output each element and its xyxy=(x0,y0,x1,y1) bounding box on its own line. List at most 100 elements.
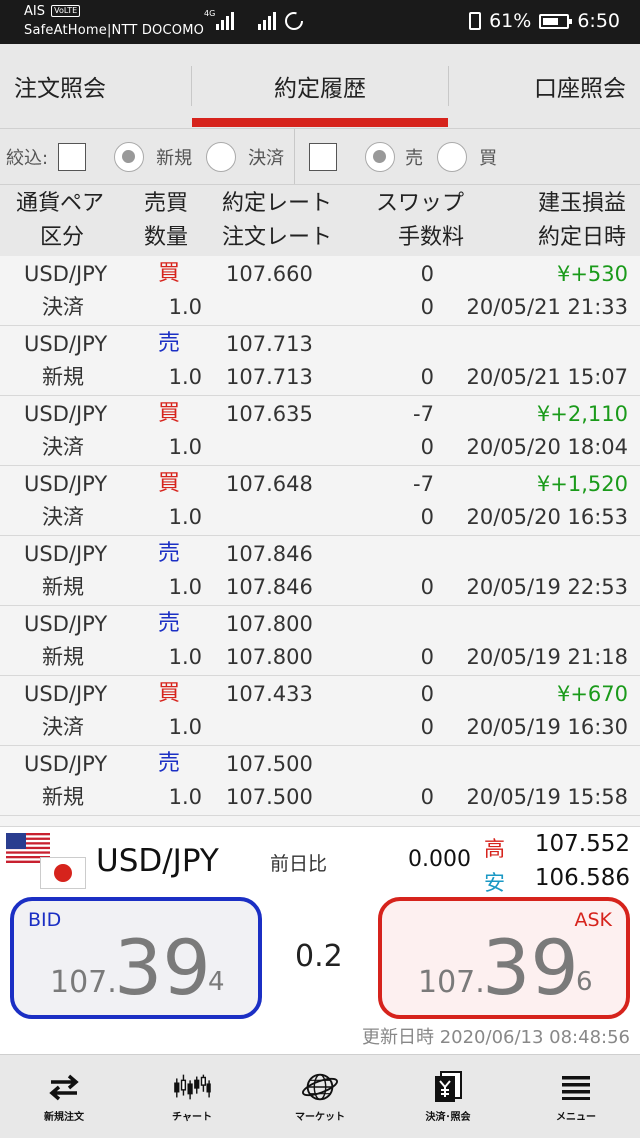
radio-buy[interactable] xyxy=(437,141,468,172)
nav-settlement-label: 決済･照会 xyxy=(425,1112,471,1123)
hamburger-menu-icon xyxy=(557,1070,595,1104)
battery-icon xyxy=(539,13,573,29)
tab-execution-history[interactable]: 約定履歴 xyxy=(218,44,422,128)
carrier-label: AIS VoLTE xyxy=(24,4,81,20)
cell-pair: USD/JPY xyxy=(24,612,108,636)
cell-fee: 0 xyxy=(420,645,434,669)
col-pair: 通貨ペア xyxy=(16,191,105,216)
cell-swap: 0 xyxy=(420,682,434,706)
nav-new-order[interactable]: 新規注文 xyxy=(0,1055,128,1138)
filter-bar: 絞込: 新規 決済 売 買 xyxy=(0,128,640,185)
cell-swap: -7 xyxy=(413,402,434,426)
cell-qty: 1.0 xyxy=(168,295,202,319)
cell-pl: ¥+530 xyxy=(556,262,628,286)
cell-rate: 107.713 xyxy=(226,332,313,356)
bid-price-main: 39 xyxy=(114,923,211,1012)
cell-side: 売 xyxy=(158,611,181,636)
cell-qty: 1.0 xyxy=(168,715,202,739)
kind-filter-checkbox[interactable] xyxy=(58,142,87,171)
radio-settle[interactable] xyxy=(206,141,237,172)
cell-fee: 0 xyxy=(420,295,434,319)
cell-kind: 新規 xyxy=(42,645,84,669)
cell-rate: 107.648 xyxy=(226,472,313,496)
radio-buy-label: 買 xyxy=(479,147,498,169)
table-row[interactable]: USD/JPY 買 107.433 0 ¥+670 決済 1.0 0 20/05/19 16:3… xyxy=(0,676,640,746)
cell-fee: 0 xyxy=(420,435,434,459)
cell-fee: 0 xyxy=(420,365,434,389)
radio-new[interactable] xyxy=(114,141,145,172)
ask-label: ASK xyxy=(574,909,612,931)
cell-pair: USD/JPY xyxy=(24,402,108,426)
cell-kind: 新規 xyxy=(42,575,84,599)
quote-pair[interactable]: USD/JPY xyxy=(96,843,219,879)
cell-qty: 1.0 xyxy=(168,365,202,389)
spread-value: 0.2 xyxy=(295,939,343,974)
nav-market-label: マーケット xyxy=(295,1112,345,1123)
bid-price-prefix: 107. xyxy=(50,965,117,1000)
table-row[interactable]: USD/JPY 売 107.846 新規 1.0 107.846 0 20/05/19 22:… xyxy=(0,536,640,606)
cell-order-rate: 107.500 xyxy=(226,785,313,809)
cell-date: 20/05/19 15:58 xyxy=(466,785,628,809)
cell-side: 売 xyxy=(158,751,181,776)
table-row[interactable]: USD/JPY 買 107.648 -7 ¥+1,520 決済 1.0 0 20/05/20 1… xyxy=(0,466,640,536)
radio-sell[interactable] xyxy=(365,141,396,172)
cell-rate: 107.800 xyxy=(226,612,313,636)
execution-list[interactable]: USD/JPY 買 107.660 0 ¥+530 決済 1.0 0 20/05/21 21:3… xyxy=(0,256,640,826)
cell-qty: 1.0 xyxy=(168,645,202,669)
prev-day-change: 0.000 xyxy=(408,847,471,872)
col-side: 売買 xyxy=(144,191,189,216)
cell-pair: USD/JPY xyxy=(24,542,108,566)
col-fee: 手数料 xyxy=(397,225,464,250)
cell-qty: 1.0 xyxy=(168,435,202,459)
cell-side: 買 xyxy=(158,261,181,286)
nav-menu-label: メニュー xyxy=(556,1112,596,1123)
clock: 6:50 xyxy=(577,10,620,32)
tab-order-inquiry[interactable]: 注文照会 xyxy=(0,44,218,128)
side-filter-checkbox[interactable] xyxy=(309,142,338,171)
network-name: SafeAtHome|NTT DOCOMO xyxy=(24,23,205,38)
nav-settlement[interactable]: 決済･照会 xyxy=(384,1055,512,1138)
cell-pair: USD/JPY xyxy=(24,332,108,356)
col-qty: 数量 xyxy=(144,225,189,250)
col-rate: 約定レート xyxy=(222,191,333,216)
cell-kind: 決済 xyxy=(42,295,84,319)
ask-price-main: 39 xyxy=(482,923,579,1012)
table-row[interactable]: USD/JPY 買 107.660 0 ¥+530 決済 1.0 0 20/05/21 21:3… xyxy=(0,256,640,326)
table-row[interactable]: USD/JPY 買 107.635 -7 ¥+2,110 決済 1.0 0 20/05/20 1… xyxy=(0,396,640,466)
cell-side: 買 xyxy=(158,471,181,496)
high-label: 高 xyxy=(484,837,505,861)
nav-market[interactable]: マーケット xyxy=(256,1055,384,1138)
tab-divider xyxy=(448,66,449,106)
cell-rate: 107.660 xyxy=(226,262,313,286)
cell-rate: 107.635 xyxy=(226,402,313,426)
cell-date: 20/05/19 21:18 xyxy=(466,645,628,669)
radio-new-label: 新規 xyxy=(156,147,193,169)
cell-pair: USD/JPY xyxy=(24,262,108,286)
battery-percent: 61% xyxy=(489,10,532,32)
cell-order-rate: 107.800 xyxy=(226,645,313,669)
table-row[interactable]: USD/JPY 売 107.713 新規 1.0 107.713 0 20/05/21 15:… xyxy=(0,326,640,396)
cell-fee: 0 xyxy=(420,715,434,739)
ask-button[interactable]: ASK 107. 39 6 xyxy=(378,897,630,1019)
ask-price-prefix: 107. xyxy=(418,965,485,1000)
table-header: 通貨ペア 区分 売買 数量 約定レート 注文レート スワップ 手数料 建玉損益 … xyxy=(0,184,640,256)
nav-chart[interactable]: チャート xyxy=(128,1055,256,1138)
table-row[interactable]: USD/JPY 売 107.500 新規 1.0 107.500 0 20/05/19 15:… xyxy=(0,746,640,816)
volte-badge: VoLTE xyxy=(51,5,81,17)
table-row[interactable]: USD/JPY 売 107.800 新規 1.0 107.800 0 20/05/19 21:… xyxy=(0,606,640,676)
updated-timestamp: 更新日時 2020/06/13 08:48:56 xyxy=(361,1027,630,1048)
cell-pair: USD/JPY xyxy=(24,682,108,706)
cell-rate: 107.846 xyxy=(226,542,313,566)
cell-side: 買 xyxy=(158,681,181,706)
cell-kind: 決済 xyxy=(42,435,84,459)
bid-button[interactable]: BID 107. 39 4 xyxy=(10,897,262,1019)
filter-label: 絞込: xyxy=(6,147,49,169)
cell-kind: 新規 xyxy=(42,365,84,389)
tab-divider xyxy=(191,66,192,106)
nav-menu[interactable]: メニュー xyxy=(512,1055,640,1138)
col-swap: スワップ xyxy=(375,191,464,216)
cell-date: 20/05/19 16:30 xyxy=(466,715,628,739)
bottom-nav: 新規注文 チャート マーケット 決済･照会 メニュー xyxy=(0,1054,640,1138)
tab-account-inquiry[interactable]: 口座照会 xyxy=(422,44,640,128)
status-right: 61% 6:50 xyxy=(469,9,620,33)
